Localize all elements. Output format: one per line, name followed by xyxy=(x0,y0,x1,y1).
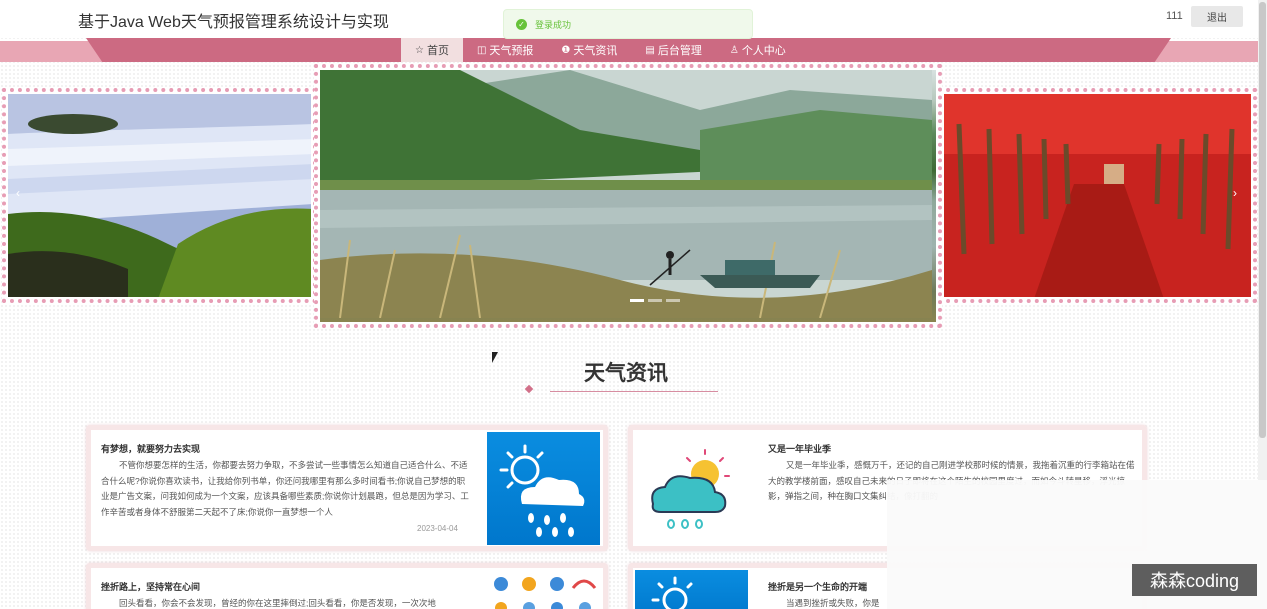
news-card-title[interactable]: 有梦想，就要努力去实现 xyxy=(101,442,200,455)
watermark-label: 森森coding xyxy=(1132,564,1257,596)
news-card-thumbnail[interactable] xyxy=(635,432,748,545)
carousel-indicators xyxy=(630,299,680,302)
star-icon: ☆ xyxy=(415,44,424,56)
red-forest-image xyxy=(944,94,1251,297)
news-card-body: 不管你想要怎样的生活，你都要去努力争取，不多尝试一些事情怎么知道自己适合什么、不… xyxy=(101,460,469,517)
news-card-body: 回头看看，你会不会发现，曾经的你在这里摔倒过;回头看看，你是否发现，一次次地 xyxy=(119,598,436,608)
login-success-toast: ✓ 登录成功 xyxy=(503,9,753,39)
lake-image xyxy=(320,70,936,322)
carousel-prev-arrow[interactable]: ‹ xyxy=(16,186,20,200)
nav-item-weather-forecast[interactable]: ◫ 天气预报 xyxy=(463,38,547,62)
site-title: 基于Java Web天气预报管理系统设计与实现 xyxy=(78,14,389,31)
carousel-dot[interactable] xyxy=(666,299,680,302)
sun-rain-cloud-icon xyxy=(499,444,585,537)
check-circle-icon: ✓ xyxy=(516,18,527,30)
red-forest-illustration xyxy=(944,94,1251,297)
user-icon: ♙ xyxy=(729,44,739,56)
nav-item-profile[interactable]: ♙ 个人中心 xyxy=(716,38,800,62)
scrollbar-thumb[interactable] xyxy=(1259,2,1266,438)
carousel-next-arrow[interactable]: › xyxy=(1233,186,1237,200)
image-carousel: ‹ › xyxy=(0,62,1267,330)
news-card-title[interactable]: 又是一年毕业季 xyxy=(768,442,831,455)
nav-item-label: 天气资讯 xyxy=(573,45,618,57)
mouse-cursor-icon xyxy=(492,352,498,363)
logout-button[interactable]: 退出 xyxy=(1191,6,1243,27)
bag-icon: ◫ xyxy=(476,44,487,56)
nav-item-label: 首页 xyxy=(426,45,449,57)
toast-message: 登录成功 xyxy=(535,19,572,30)
section-title: 天气资讯 xyxy=(584,362,668,385)
nav-item-weather-news[interactable]: ❶ 天气资讯 xyxy=(547,38,631,62)
main-nav: ☆ 首页 ◫ 天气预报 ❶ 天气资讯 ▤ 后台管理 ♙ 个人中心 xyxy=(401,38,800,62)
news-card[interactable]: 挫折路上，坚持常在心间 回头看看，你会不会发现，曾经的你在这里摔倒过;回头看看，… xyxy=(86,563,608,609)
carousel-slide-lake[interactable] xyxy=(314,64,942,328)
briefcase-icon: ▤ xyxy=(645,44,655,56)
title-diamond-decoration xyxy=(524,384,534,394)
title-underline xyxy=(550,391,718,392)
sun-icon xyxy=(651,576,693,609)
news-card-thumbnail[interactable] xyxy=(487,432,600,545)
waterfall-illustration xyxy=(8,94,311,297)
nav-item-label: 后台管理 xyxy=(657,45,702,57)
lake-illustration xyxy=(320,70,932,319)
news-card-thumbnail[interactable] xyxy=(487,570,600,609)
weather-icons-set-icon xyxy=(494,577,597,609)
carousel-slide-waterfall[interactable] xyxy=(2,88,317,303)
nav-item-label: 天气预报 xyxy=(489,45,534,57)
carousel-slide-red-forest[interactable] xyxy=(938,88,1257,303)
news-card-title[interactable]: 挫折是另一个生命的开端 xyxy=(768,580,867,593)
carousel-dot[interactable] xyxy=(630,299,644,302)
carousel-dot[interactable] xyxy=(648,299,662,302)
waterfall-image xyxy=(8,94,311,297)
nav-item-admin[interactable]: ▤ 后台管理 xyxy=(631,38,715,62)
nav-item-label: 个人中心 xyxy=(741,45,786,57)
sun-cloud-rain-icon xyxy=(651,449,730,529)
nav-item-home[interactable]: ☆ 首页 xyxy=(401,38,463,62)
news-card-date: 2023-04-04 xyxy=(417,524,458,533)
news-card-thumbnail[interactable] xyxy=(635,570,748,609)
news-card-title[interactable]: 挫折路上，坚持常在心间 xyxy=(101,580,200,593)
current-user-name: 111 xyxy=(1166,10,1183,22)
info-icon: ❶ xyxy=(561,44,571,56)
news-card[interactable]: 有梦想，就要努力去实现 不管你想要怎样的生活，你都要去努力争取，不多尝试一些事情… xyxy=(86,425,608,551)
